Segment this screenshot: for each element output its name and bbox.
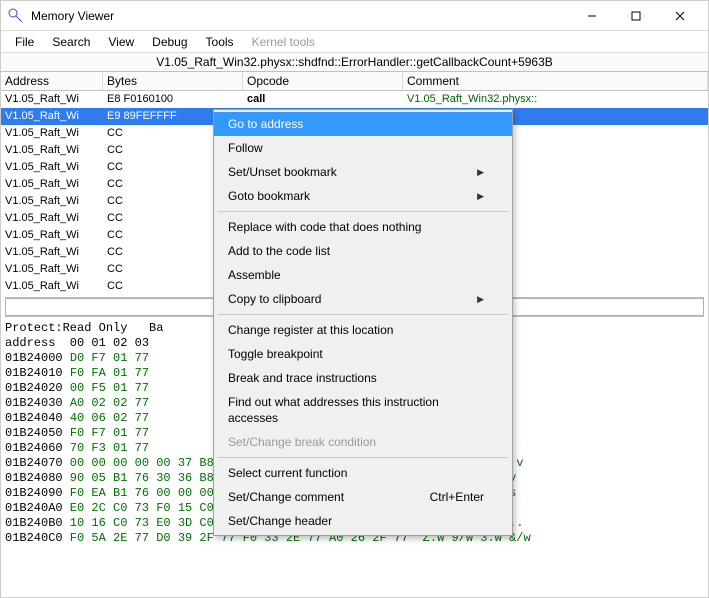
header-opcode[interactable]: Opcode <box>243 72 403 90</box>
disasm-row[interactable]: V1.05_Raft_WiE8 F0160100callV1.05_Raft_W… <box>1 91 708 108</box>
menu-item[interactable]: Follow <box>214 136 512 160</box>
submenu-arrow-icon: ▶ <box>477 188 484 204</box>
menu-item[interactable]: Set/Unset bookmark ▶ <box>214 160 512 184</box>
menu-item-label: Copy to clipboard <box>228 291 321 307</box>
menu-item-label: Set/Change comment <box>228 489 344 505</box>
menu-item-label: Add to the code list <box>228 243 330 259</box>
menu-item-label: Set/Change break condition <box>228 434 376 450</box>
window-title: Memory Viewer <box>31 9 570 23</box>
submenu-arrow-icon: ▶ <box>477 164 484 180</box>
close-button[interactable] <box>658 2 702 30</box>
disassembly-headers: Address Bytes Opcode Comment <box>1 72 708 91</box>
menu-item[interactable]: Goto bookmark ▶ <box>214 184 512 208</box>
menu-item[interactable]: Change register at this location <box>214 318 512 342</box>
submenu-arrow-icon: ▶ <box>477 291 484 307</box>
menu-view[interactable]: View <box>100 33 142 51</box>
menu-separator <box>218 457 508 458</box>
window-controls <box>570 2 702 30</box>
menu-item-label: Toggle breakpoint <box>228 346 323 362</box>
header-bytes[interactable]: Bytes <box>103 72 243 90</box>
menubar: File Search View Debug Tools Kernel tool… <box>1 31 708 53</box>
menu-item-label: Set/Change header <box>228 513 332 529</box>
menu-item-label: Go to address <box>228 116 303 132</box>
menu-item-label: Replace with code that does nothing <box>228 219 421 235</box>
menu-file[interactable]: File <box>7 33 42 51</box>
header-comment[interactable]: Comment <box>403 72 708 90</box>
menu-item[interactable]: Break and trace instructions <box>214 366 512 390</box>
menu-item-label: Goto bookmark <box>228 188 310 204</box>
menu-item: Set/Change break condition <box>214 430 512 454</box>
menu-separator <box>218 211 508 212</box>
current-location-bar[interactable]: V1.05_Raft_Win32.physx::shdfnd::ErrorHan… <box>1 53 708 72</box>
context-menu: Go to addressFollowSet/Unset bookmark▶Go… <box>213 109 513 536</box>
menu-separator <box>218 314 508 315</box>
menu-item[interactable]: Replace with code that does nothing <box>214 215 512 239</box>
menu-item-label: Find out what addresses this instruction… <box>228 394 484 426</box>
menu-item-label: Break and trace instructions <box>228 370 377 386</box>
menu-item[interactable]: Select current function <box>214 461 512 485</box>
menu-tools[interactable]: Tools <box>198 33 242 51</box>
menu-item-label: Change register at this location <box>228 322 393 338</box>
menu-item[interactable]: Set/Change comment Ctrl+Enter <box>214 485 512 509</box>
menu-item[interactable]: Add to the code list <box>214 239 512 263</box>
menu-search[interactable]: Search <box>44 33 98 51</box>
minimize-button[interactable] <box>570 2 614 30</box>
menu-item[interactable]: Copy to clipboard ▶ <box>214 287 512 311</box>
titlebar: Memory Viewer <box>1 1 708 31</box>
maximize-button[interactable] <box>614 2 658 30</box>
menu-item-shortcut: Ctrl+Enter <box>430 489 484 505</box>
menu-item[interactable]: Toggle breakpoint <box>214 342 512 366</box>
menu-item-label: Follow <box>228 140 263 156</box>
header-address[interactable]: Address <box>1 72 103 90</box>
menu-item[interactable]: Find out what addresses this instruction… <box>214 390 512 430</box>
menu-item-label: Assemble <box>228 267 281 283</box>
menu-item[interactable]: Set/Change header <box>214 509 512 533</box>
menu-item[interactable]: Go to address <box>214 112 512 136</box>
menu-kernel-tools[interactable]: Kernel tools <box>244 33 323 51</box>
app-icon <box>7 7 25 25</box>
menu-debug[interactable]: Debug <box>144 33 195 51</box>
menu-item-label: Select current function <box>228 465 347 481</box>
menu-item-label: Set/Unset bookmark <box>228 164 337 180</box>
menu-item[interactable]: Assemble <box>214 263 512 287</box>
